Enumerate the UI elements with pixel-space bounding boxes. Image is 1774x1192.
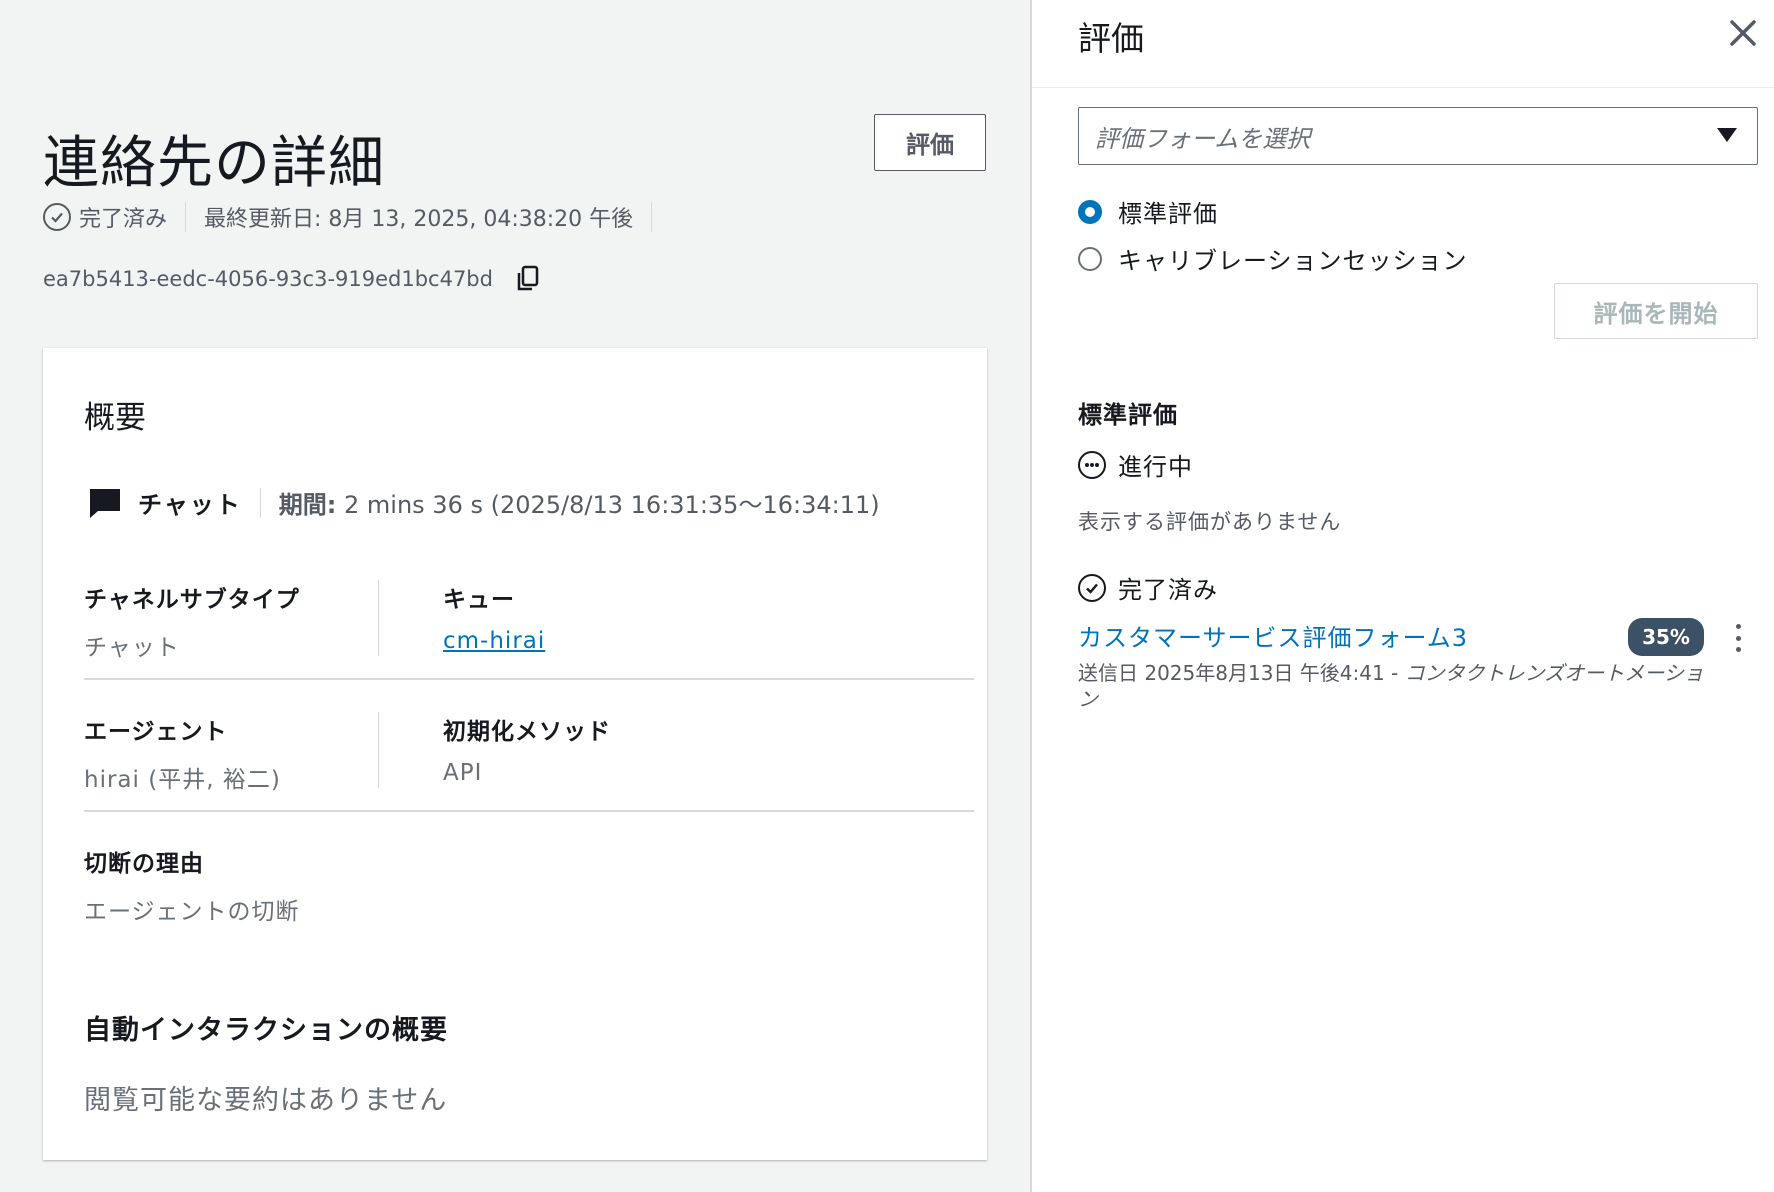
divider — [378, 580, 379, 656]
field-label: 切断の理由 — [84, 851, 204, 877]
auto-interaction-title: 自動インタラクションの概要 — [84, 1015, 448, 1046]
panel-title: 評価 — [1078, 19, 1144, 58]
divider — [84, 678, 974, 680]
overview-title: 概要 — [84, 400, 146, 436]
radio-label: 標準評価 — [1118, 200, 1218, 228]
check-circle-icon — [1078, 573, 1106, 602]
init-method-field: 初期化メソッド API — [443, 712, 611, 786]
in-progress-header: 進行中 — [1078, 447, 1193, 482]
evaluate-button[interactable]: 評価 — [874, 114, 986, 171]
field-label: 初期化メソッド — [443, 719, 611, 745]
submission-meta: 送信日 2025年8月13日 午後4:41 - コンタクトレンズオートメーション — [1078, 660, 1718, 712]
field-label: エージェント — [84, 719, 228, 745]
divider — [651, 202, 653, 232]
divider — [259, 487, 261, 518]
ellipsis-circle-icon — [1078, 450, 1106, 479]
radio-button-selected[interactable] — [1078, 199, 1102, 224]
disconnect-reason-field: 切断の理由 エージェントの切断 — [84, 844, 300, 926]
contact-id-row: ea7b5413-eedc-4056-93c3-919ed1bc47bd — [43, 265, 541, 293]
chat-bubble-icon — [88, 486, 122, 520]
evaluation-panel: 評価 評価フォームを選択 標準評価 キャリブレーションセッション 評価を開始 標… — [1032, 0, 1774, 1192]
panel-header: 評価 — [1032, 0, 1774, 88]
radio-standard[interactable]: 標準評価 — [1078, 194, 1218, 229]
queue-field: キュー cm-hirai — [443, 580, 545, 654]
divider — [185, 202, 187, 232]
auto-interaction-empty: 閲覧可能な要約はありません — [84, 1085, 448, 1116]
evaluation-form-link[interactable]: カスタマーサービス評価フォーム3 — [1078, 618, 1468, 653]
completed-label: 完了済み — [1118, 576, 1218, 604]
channel-row: チャット 期間: 2 mins 36 s (2025/8/13 16:31:35… — [88, 485, 880, 520]
status-text: 完了済み — [79, 207, 168, 232]
page-title: 連絡先の詳細 — [43, 131, 385, 196]
field-value: チャット — [84, 635, 180, 661]
field-label: チャネルサブタイプ — [84, 587, 300, 613]
contact-meta: 完了済み 最終更新日: 8月 13, 2025, 04:38:20 午後 — [43, 200, 670, 234]
overview-card: 概要 チャット 期間: 2 mins 36 s (2025/8/13 16:31… — [43, 348, 987, 1160]
completed-header: 完了済み — [1078, 570, 1218, 605]
field-label: キュー — [443, 587, 515, 613]
divider — [378, 712, 379, 788]
field-value: API — [443, 760, 483, 786]
channel-subtype-field: チャネルサブタイプ チャット — [84, 580, 300, 662]
radio-calibration[interactable]: キャリブレーションセッション — [1078, 241, 1468, 276]
submitted-date: 送信日 2025年8月13日 午後4:41 - — [1078, 661, 1405, 685]
field-value: エージェントの切断 — [84, 899, 300, 925]
field-value: hirai (平井, 裕二) — [84, 767, 281, 793]
divider — [84, 810, 974, 812]
agent-field: エージェント hirai (平井, 裕二) — [84, 712, 281, 794]
select-placeholder: 評価フォームを選択 — [1095, 124, 1311, 153]
duration: 期間: 2 mins 36 s (2025/8/13 16:31:35〜16:3… — [279, 485, 880, 520]
contact-details-main: 連絡先の詳細 評価 完了済み 最終更新日: 8月 13, 2025, 04:38… — [0, 0, 1030, 1192]
start-evaluation-button[interactable]: 評価を開始 — [1554, 283, 1758, 339]
in-progress-label: 進行中 — [1118, 453, 1193, 481]
evaluation-form-select[interactable]: 評価フォームを選択 — [1078, 107, 1758, 165]
close-icon[interactable] — [1726, 16, 1760, 50]
duration-label: 期間: — [278, 491, 337, 519]
more-vertical-icon[interactable] — [1726, 622, 1750, 654]
check-circle-icon — [43, 203, 71, 231]
caret-down-icon — [1717, 128, 1737, 142]
section-title: 標準評価 — [1078, 401, 1178, 429]
queue-link[interactable]: cm-hirai — [443, 628, 545, 654]
duration-value: 2 mins 36 s (2025/8/13 16:31:35〜16:34:11… — [344, 491, 880, 519]
contact-id: ea7b5413-eedc-4056-93c3-919ed1bc47bd — [43, 267, 493, 291]
last-updated: 最終更新日: 8月 13, 2025, 04:38:20 午後 — [204, 207, 634, 232]
in-progress-empty: 表示する評価がありません — [1078, 510, 1342, 534]
radio-label: キャリブレーションセッション — [1118, 247, 1468, 275]
channel-label: チャット — [138, 491, 242, 519]
copy-icon[interactable] — [515, 265, 541, 293]
score-badge: 35% — [1628, 618, 1704, 656]
radio-button[interactable] — [1078, 246, 1102, 271]
